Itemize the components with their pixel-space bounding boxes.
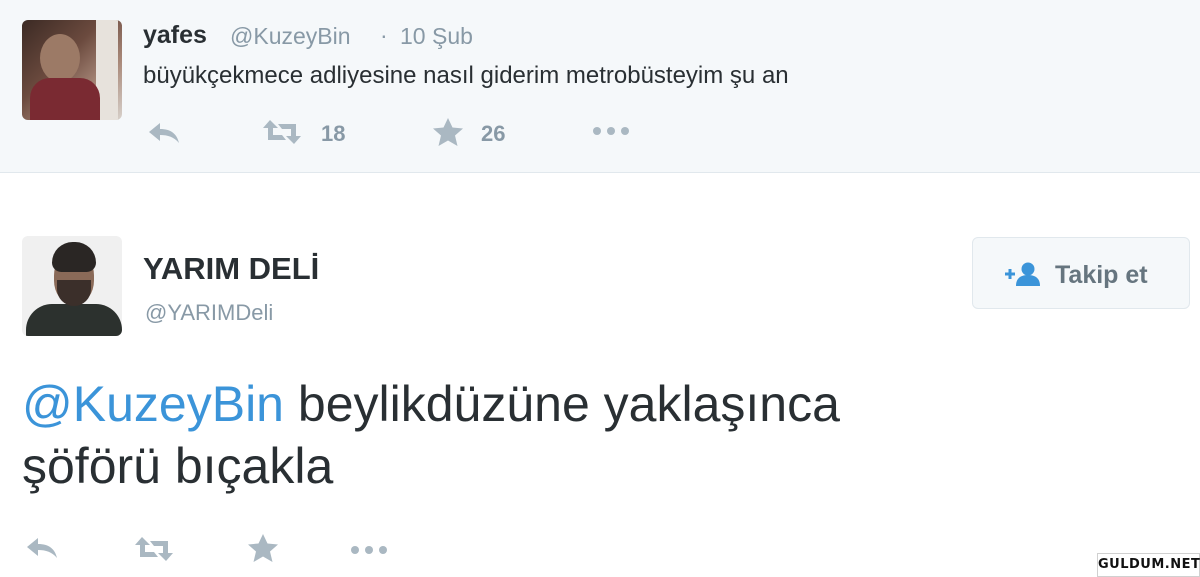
author-name[interactable]: YARIM DELİ [143,251,319,287]
avatar-hair [52,242,96,272]
more-icon[interactable] [350,545,388,555]
favorite-count: 26 [481,121,506,146]
retweet-icon[interactable] [262,118,302,146]
retweet-icon[interactable] [134,535,174,563]
follow-button-label: Takip et [1055,261,1148,289]
top-strip [0,0,1200,20]
reply-tweet: yafes @KuzeyBin · 10 Şub büyükçekmece ad… [0,20,1200,173]
reply-icon[interactable] [24,535,60,561]
main-tweet: YARIM DELİ @YARIMDeli Takip et @KuzeyBin… [0,173,1200,577]
follow-user-icon [1003,261,1043,292]
retweet-count: 18 [321,121,346,146]
reply-icon[interactable] [146,120,182,146]
avatar[interactable] [22,236,122,336]
author-handle[interactable]: @YARIMDeli [145,300,273,326]
more-icon[interactable] [592,126,630,136]
favorite-icon[interactable] [247,533,279,563]
author-handle[interactable]: @KuzeyBin [230,23,351,50]
avatar[interactable] [22,20,122,120]
avatar-jacket [26,304,122,336]
avatar-beard [57,280,91,306]
tweet-date[interactable]: 10 Şub [400,23,473,50]
mention-link[interactable]: @KuzeyBin [22,376,284,432]
watermark: GULDUM.NET [1097,553,1200,577]
tweet-text: @KuzeyBin beylikdüzüne yaklaşınca şöförü … [22,373,1122,497]
tweet-text: büyükçekmece adliyesine nasıl giderim me… [143,62,789,89]
author-name[interactable]: yafes [143,21,207,50]
tweet-text-line2: şöförü bıçakla [22,438,334,494]
avatar-head [40,34,80,82]
avatar-shirt [30,78,100,120]
separator-dot: · [380,22,388,48]
tweet-text-line1: beylikdüzüne yaklaşınca [284,376,840,432]
favorite-icon[interactable] [432,117,464,147]
follow-button[interactable]: Takip et [972,237,1190,309]
